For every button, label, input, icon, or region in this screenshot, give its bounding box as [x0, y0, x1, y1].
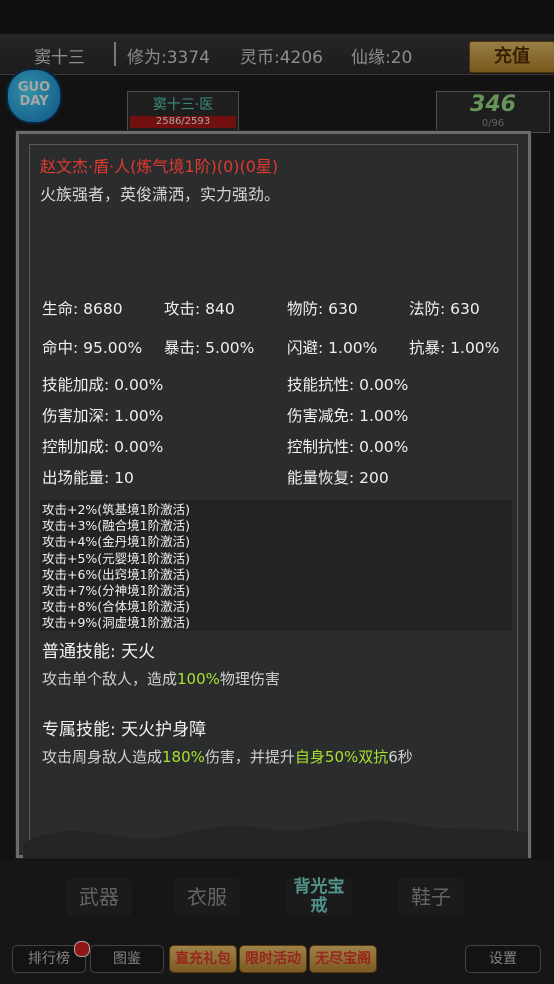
stat-hit: 命中: 95.00% — [42, 339, 143, 357]
stat-dodge: 闪避: 1.00% — [287, 339, 378, 357]
stat-crit: 暴击: 5.00% — [164, 339, 255, 357]
list-item: 攻击+6%(出窍境1阶激活) — [42, 566, 191, 582]
list-item: 攻击+5%(元婴境1阶激活) — [42, 550, 191, 566]
character-description: 火族强者，英俊潇洒，实力强劲。 — [40, 185, 281, 204]
stat-phys-def: 物防: 630 — [287, 300, 358, 318]
desc-text: 攻击单个敌人，造成 — [42, 670, 178, 688]
stat-crit-resist: 抗暴: 1.00% — [409, 339, 500, 357]
normal-skill-title: 普通技能: 天火 — [42, 642, 156, 662]
stat-hp: 生命: 8680 — [42, 300, 123, 318]
desc-text: 6秒 — [388, 748, 413, 766]
desc-text: 物理伤害 — [219, 670, 280, 688]
stat-damage-boost: 伤害加深: 1.00% — [42, 407, 164, 425]
list-item: 攻击+9%(洞虚境1阶激活) — [42, 615, 191, 631]
status-strip — [0, 0, 554, 34]
character-title: 赵文杰·盾·人(炼气境1阶)(0)(0星) — [40, 157, 279, 176]
normal-skill-description: 攻击单个敌人，造成100%物理伤害 — [42, 668, 280, 689]
stat-damage-reduction: 伤害减免: 1.00% — [287, 407, 409, 425]
special-skill-description: 攻击周身敌人造成180%伤害，并提升自身50%双抗6秒 — [42, 746, 413, 767]
stat-energy-regen: 能量恢复: 200 — [287, 469, 389, 487]
list-item: 攻击+4%(金丹境1阶激活) — [42, 534, 191, 550]
mountain-decoration — [23, 820, 528, 858]
stat-control-resist: 控制抗性: 0.00% — [287, 438, 409, 456]
desc-highlight: 自身50%双抗 — [294, 748, 389, 766]
stat-skill-resist: 技能抗性: 0.00% — [287, 376, 409, 394]
buff-list-scroll[interactable]: 攻击+2%(筑基境1阶激活) 攻击+3%(融合境1阶激活) 攻击+4%(金丹境1… — [40, 500, 512, 631]
stat-magic-def: 法防: 630 — [409, 300, 480, 318]
desc-text: 攻击周身敌人造成 — [42, 748, 163, 766]
stat-skill-bonus: 技能加成: 0.00% — [42, 376, 164, 394]
desc-highlight: 100% — [177, 670, 220, 688]
desc-text: 伤害，并提升 — [204, 748, 295, 766]
stat-attack: 攻击: 840 — [164, 300, 235, 318]
desc-highlight: 180% — [162, 748, 205, 766]
special-skill-title: 专属技能: 天火护身障 — [42, 720, 207, 740]
list-item: 攻击+8%(合体境1阶激活) — [42, 599, 191, 615]
stat-start-energy: 出场能量: 10 — [42, 469, 134, 487]
list-item: 攻击+3%(融合境1阶激活) — [42, 518, 191, 534]
stat-control-bonus: 控制加成: 0.00% — [42, 438, 164, 456]
list-item: 攻击+7%(分神境1阶激活) — [42, 583, 191, 599]
list-item: 攻击+2%(筑基境1阶激活) — [42, 502, 191, 517]
